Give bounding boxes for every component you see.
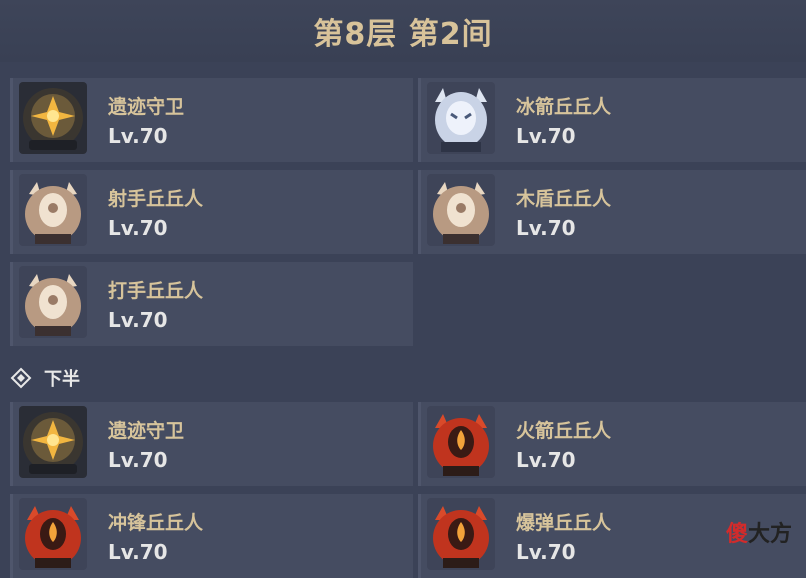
enemy-card-ruin-guard[interactable]: 遗迹守卫 Lv.70 <box>10 78 413 162</box>
enemy-level: Lv.70 <box>516 540 576 564</box>
chamber-title: 第8层 第2间 <box>313 17 493 52</box>
enemy-level: Lv.70 <box>108 216 168 240</box>
enemy-level: Lv.70 <box>516 448 576 472</box>
watermark-part1: 傻 <box>725 522 748 547</box>
enemy-card-hilichurl-shooter[interactable]: 射手丘丘人 Lv.70 <box>10 170 413 254</box>
enemy-level: Lv.70 <box>108 448 168 472</box>
chamber-title-bar: 第8层 第2间 <box>0 0 806 62</box>
enemy-level: Lv.70 <box>108 124 168 148</box>
enemy-level: Lv.70 <box>516 216 576 240</box>
enemy-level: Lv.70 <box>516 124 576 148</box>
second-half-header: 下半 <box>10 362 80 394</box>
enemy-card-pyro-hilichurl-shooter[interactable]: 火箭丘丘人 Lv.70 <box>418 402 806 486</box>
enemy-name: 火箭丘丘人 <box>516 420 612 442</box>
enemy-card-hilichurl-berserker[interactable]: 冲锋丘丘人 Lv.70 <box>10 494 413 578</box>
enemy-name: 打手丘丘人 <box>108 280 204 302</box>
hilichurl-berserker-icon <box>19 498 87 570</box>
enemy-name: 射手丘丘人 <box>108 188 204 210</box>
hilichurl-fighter-icon <box>19 266 87 338</box>
enemy-card-wooden-shieldwall-mitachurl[interactable]: 木盾丘丘人 Lv.70 <box>418 170 806 254</box>
enemy-level: Lv.70 <box>108 540 168 564</box>
hilichurl-shooter-icon <box>19 174 87 246</box>
enemy-card-hilichurl-fighter[interactable]: 打手丘丘人 Lv.70 <box>10 262 413 346</box>
enemy-level: Lv.70 <box>108 308 168 332</box>
enemy-card-ruin-guard[interactable]: 遗迹守卫 Lv.70 <box>10 402 413 486</box>
pyro-hilichurl-shooter-icon <box>427 406 495 478</box>
watermark-part2: 大方 <box>747 522 792 547</box>
enemy-name: 遗迹守卫 <box>108 96 185 118</box>
second-half-label: 下半 <box>44 369 80 390</box>
cryo-hilichurl-shooter-icon <box>427 82 495 154</box>
enemy-name: 冲锋丘丘人 <box>108 512 204 534</box>
wooden-shieldwall-mitachurl-icon <box>427 174 495 246</box>
hilichurl-grenadier-icon <box>427 498 495 570</box>
ruin-guard-icon <box>19 406 87 478</box>
watermark: 傻大方 <box>726 516 792 548</box>
enemy-name: 木盾丘丘人 <box>516 188 612 210</box>
ruin-guard-icon <box>19 82 87 154</box>
diamond-icon <box>10 367 32 389</box>
enemy-card-cryo-hilichurl-shooter[interactable]: 冰箭丘丘人 Lv.70 <box>418 78 806 162</box>
enemy-name: 冰箭丘丘人 <box>516 96 612 118</box>
enemy-name: 遗迹守卫 <box>108 420 185 442</box>
enemy-name: 爆弹丘丘人 <box>516 512 612 534</box>
